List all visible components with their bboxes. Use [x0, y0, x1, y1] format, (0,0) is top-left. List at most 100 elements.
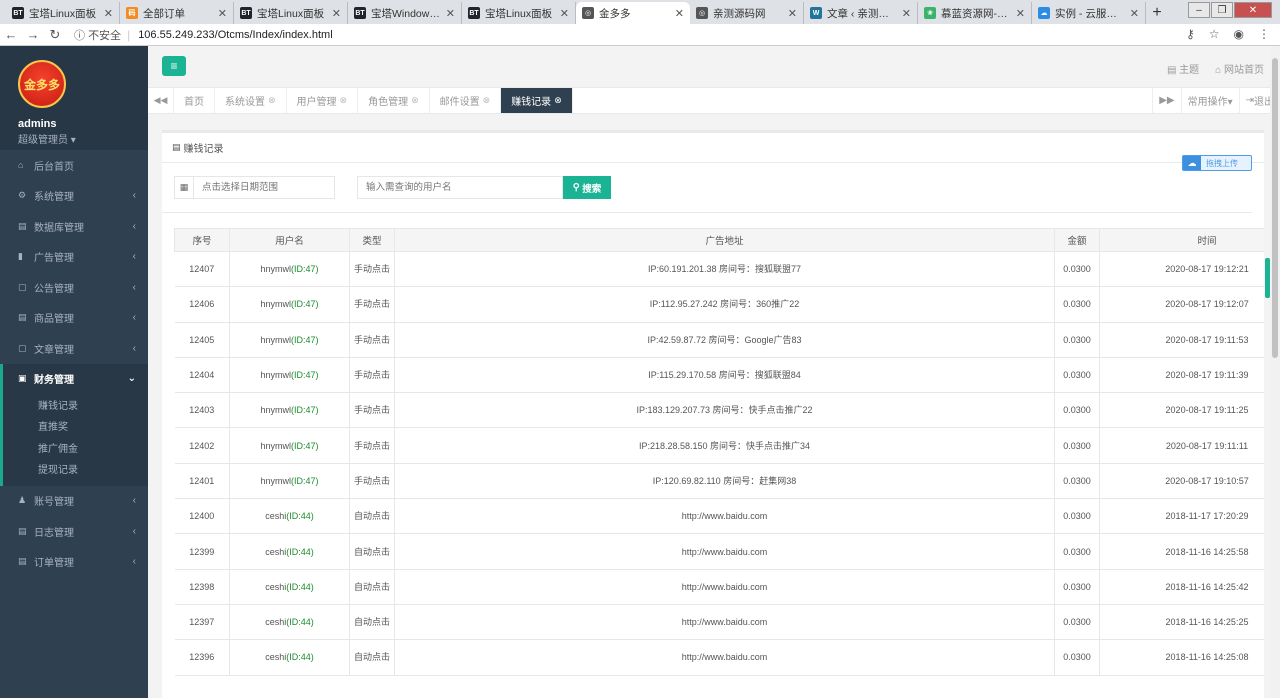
date-range-input[interactable]	[194, 177, 334, 198]
common-ops-dropdown[interactable]: 常用操作▾	[1180, 88, 1239, 113]
sidebar-item[interactable]: ▤ 订单管理 ‹	[0, 547, 148, 578]
forward-icon[interactable]: →	[22, 27, 44, 42]
close-circle-icon[interactable]: ⊗	[411, 95, 419, 106]
cell-id: 12401	[174, 462, 230, 500]
submenu-item[interactable]: 推广佣金	[3, 437, 148, 459]
bookmark-star-icon[interactable]: ☆	[1209, 27, 1220, 41]
close-tab-icon[interactable]: ✕	[218, 7, 227, 20]
menu-toggle-button[interactable]: ≡	[162, 56, 186, 76]
browser-tab[interactable]: BT 宝塔Linux面板 ✕	[462, 2, 576, 24]
maximize-icon[interactable]: ❐	[1211, 2, 1233, 18]
sidebar-item[interactable]: ▤ 日志管理 ‹	[0, 516, 148, 547]
sidebar-item[interactable]: ▢ 文章管理 ‹	[0, 333, 148, 364]
sidebar-item[interactable]: ♟ 账号管理 ‹	[0, 486, 148, 517]
cell-time: 2020-08-17 19:11:53	[1099, 321, 1264, 358]
user-id-text: (ID:44)	[286, 511, 314, 522]
site-home-link[interactable]: ⌂ 网站首页	[1215, 61, 1264, 76]
sidebar-item[interactable]: ▮ 广告管理 ‹	[0, 242, 148, 273]
cell-type: 手动点击	[349, 321, 395, 358]
page-tab[interactable]: 邮件设置 ⊗	[430, 88, 502, 113]
column-header[interactable]: 时间	[1099, 228, 1264, 252]
close-tab-icon[interactable]: ✕	[332, 7, 341, 20]
cell-username: hnymwl(ID:47)	[229, 286, 350, 323]
browser-tab[interactable]: BT 宝塔Windows面板 ✕	[348, 2, 462, 24]
column-header[interactable]: 序号	[174, 228, 230, 252]
search-button[interactable]: ⚲ 搜索	[563, 176, 611, 199]
browser-tab[interactable]: 码全部订单 ✕	[120, 2, 234, 24]
sidebar: 金多多 admins 超级管理员 ▾ ⌂ 后台首页 ⚙ 系统管理 ‹ ▤ 数据库管理 ‹ ▮ 广告…	[0, 46, 148, 698]
username-text: hnymwl	[260, 299, 291, 310]
table-row: 12398 ceshi(ID:44) 自动点击 http://www.baidu.co…	[174, 568, 1264, 605]
scrollbar-thumb[interactable]	[1272, 58, 1278, 358]
browser-tab[interactable]: ❀ 慕蓝资源网-源码之家 ✕	[918, 2, 1032, 24]
minimize-icon[interactable]: –	[1188, 2, 1210, 18]
submenu-item[interactable]: 直推奖	[3, 415, 148, 437]
browser-tab[interactable]: ◎ 金多多 ✕	[576, 2, 690, 24]
column-header[interactable]: 金额	[1054, 228, 1100, 252]
user-id-text: (ID:47)	[291, 440, 319, 451]
scroll-right-icon[interactable]: ▶▶	[1152, 88, 1180, 113]
sidebar-item[interactable]: ⚙ 系统管理 ‹	[0, 181, 148, 212]
theme-link[interactable]: ▤ 主题	[1167, 61, 1199, 76]
column-header[interactable]: 用户名	[229, 228, 350, 252]
new-tab-button[interactable]: +	[1146, 2, 1168, 24]
upload-label: 拖拽上传	[1206, 158, 1238, 168]
profile-icon[interactable]: ◉	[1234, 27, 1244, 41]
drag-upload-button[interactable]: ☁ 拖拽上传	[1182, 155, 1252, 171]
sidebar-item[interactable]: ▣ 财务管理 ⌄	[0, 363, 148, 394]
submenu-item[interactable]: 提现记录	[3, 458, 148, 480]
page-tab[interactable]: 用户管理 ⊗	[287, 88, 359, 113]
user-role-dropdown[interactable]: 超级管理员 ▾	[18, 131, 148, 146]
browser-tab[interactable]: W 文章 ‹ 亲测源码网 — ✕	[804, 2, 918, 24]
close-tab-icon[interactable]: ✕	[1130, 7, 1139, 20]
cell-id: 12407	[174, 250, 230, 288]
reload-icon[interactable]: ↻	[44, 27, 66, 43]
close-tab-icon[interactable]: ✕	[104, 7, 113, 20]
date-range-box[interactable]: ▦	[174, 176, 335, 199]
page-tab[interactable]: 角色管理 ⊗	[358, 88, 430, 113]
top-header: ≡ ▤ 主题 ⌂ 网站首页	[148, 46, 1280, 88]
close-window-icon[interactable]: ✕	[1234, 2, 1272, 18]
page-tabs: ◀◀ 首页 系统设置 ⊗ 用户管理 ⊗ 角色管理 ⊗ 邮件设置 ⊗ 赚钱记录 ⊗ ▶▶ 常用操作▾ …	[148, 88, 1280, 114]
sidebar-item[interactable]: ⌂ 后台首页	[0, 150, 148, 181]
close-tab-icon[interactable]: ✕	[560, 7, 569, 20]
close-tab-icon[interactable]: ✕	[902, 7, 911, 20]
browser-menu-icon[interactable]: ⋮	[1258, 27, 1270, 41]
browser-tab[interactable]: BT 宝塔Linux面板 ✕	[234, 2, 348, 24]
sidebar-item-label: 数据库管理	[34, 222, 84, 234]
security-indicator[interactable]: ⓘ 不安全	[74, 27, 121, 43]
close-circle-icon[interactable]: ⊗	[554, 95, 562, 106]
page-tab[interactable]: 赚钱记录 ⊗	[501, 88, 573, 113]
cell-amount: 0.0300	[1054, 639, 1100, 676]
username-text: hnymwl	[260, 334, 291, 345]
browser-tab[interactable]: ◎ 亲测源码网 ✕	[690, 2, 804, 24]
close-circle-icon[interactable]: ⊗	[483, 95, 491, 106]
back-icon[interactable]: ←	[0, 27, 22, 42]
username-search-input[interactable]	[357, 176, 563, 199]
sidebar-item[interactable]: ▤ 数据库管理 ‹	[0, 211, 148, 242]
cell-id: 12396	[174, 639, 230, 676]
url-field[interactable]: 106.55.249.233/Otcms/Index/index.html	[138, 29, 332, 41]
key-icon[interactable]: ⚷	[1186, 27, 1195, 41]
cell-id: 12398	[174, 568, 230, 605]
column-header[interactable]: 广告地址	[394, 228, 1055, 252]
table-row: 12402 hnymwl(ID:47) 手动点击 IP:218.28.58.150 房…	[174, 427, 1264, 464]
scroll-left-icon[interactable]: ◀◀	[148, 88, 174, 113]
close-tab-icon[interactable]: ✕	[788, 7, 797, 20]
sidebar-item[interactable]: ▤ 商品管理 ‹	[0, 303, 148, 334]
close-tab-icon[interactable]: ✕	[1016, 7, 1025, 20]
submenu-item[interactable]: 赚钱记录	[3, 394, 148, 416]
cell-type: 自动点击	[349, 498, 395, 535]
page-scrollbar[interactable]	[1270, 46, 1280, 698]
browser-tab[interactable]: BT 宝塔Linux面板 ✕	[6, 2, 120, 24]
close-circle-icon[interactable]: ⊗	[268, 95, 276, 106]
close-tab-icon[interactable]: ✕	[675, 7, 684, 20]
column-header[interactable]: 类型	[349, 228, 395, 252]
page-tab[interactable]: 系统设置 ⊗	[215, 88, 287, 113]
page-tab[interactable]: 首页	[174, 88, 215, 113]
cell-time: 2018-11-16 14:25:58	[1099, 533, 1264, 570]
close-circle-icon[interactable]: ⊗	[340, 95, 348, 106]
browser-tab[interactable]: ☁ 实例 - 云服务器 - 控 ✕	[1032, 2, 1146, 24]
sidebar-item[interactable]: ▢ 公告管理 ‹	[0, 272, 148, 303]
close-tab-icon[interactable]: ✕	[446, 7, 455, 20]
